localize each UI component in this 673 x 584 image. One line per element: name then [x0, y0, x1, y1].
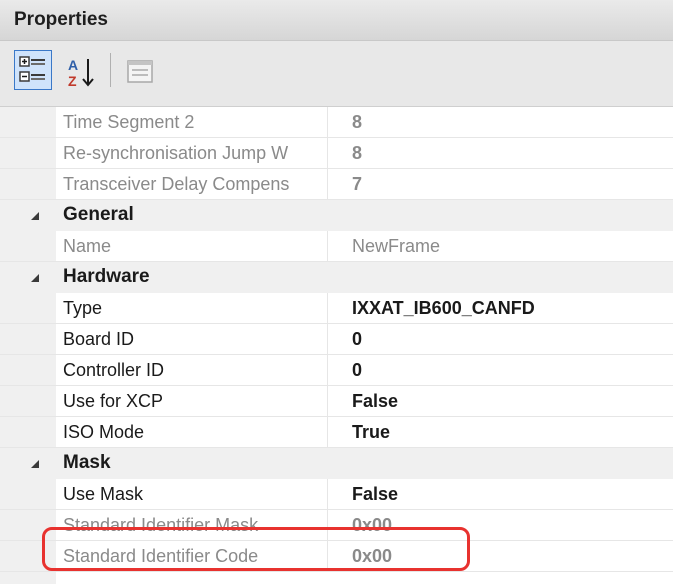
collapse-triangle-icon[interactable] — [30, 273, 40, 283]
category-row[interactable]: Hardware — [0, 262, 673, 293]
property-label: Board ID — [63, 329, 135, 349]
property-value[interactable]: NewFrame — [352, 236, 672, 257]
collapse-triangle-icon[interactable] — [30, 211, 40, 221]
category-row[interactable]: General — [0, 200, 673, 231]
property-row[interactable]: Time Segment 2 8 — [0, 107, 673, 138]
property-label: Name — [63, 236, 112, 256]
property-value[interactable]: 8 — [352, 143, 672, 164]
property-label: Transceiver Delay Compens — [63, 174, 290, 194]
property-row[interactable]: Controller ID 0 — [0, 355, 673, 386]
property-row[interactable]: Re-synchronisation Jump W 8 — [0, 138, 673, 169]
property-value[interactable]: 0 — [352, 360, 672, 381]
svg-text:A: A — [68, 57, 78, 73]
property-pages-icon — [127, 60, 153, 83]
property-label: Re-synchronisation Jump W — [63, 143, 289, 163]
property-row[interactable]: Type IXXAT_IB600_CANFD — [0, 293, 673, 324]
property-row[interactable]: Name NewFrame — [0, 231, 673, 262]
property-row[interactable]: Transceiver Delay Compens 7 — [0, 169, 673, 200]
property-value[interactable]: True — [352, 422, 672, 443]
categorized-button[interactable] — [14, 50, 52, 90]
property-value[interactable]: 7 — [352, 174, 672, 195]
property-label: Standard Identifier Mask — [63, 515, 259, 535]
column-divider[interactable] — [327, 541, 328, 572]
properties-toolbar: A Z — [0, 41, 673, 107]
column-divider[interactable] — [327, 138, 328, 169]
column-divider[interactable] — [327, 169, 328, 200]
sort-alphabetical-button[interactable]: A Z — [62, 50, 100, 94]
category-label: Mask — [63, 452, 111, 473]
property-grid: Time Segment 2 8 Re-synchronisation Jump W… — [0, 107, 673, 584]
property-value[interactable]: 8 — [352, 112, 672, 133]
column-divider[interactable] — [327, 293, 328, 324]
column-divider[interactable] — [327, 355, 328, 386]
property-value[interactable]: False — [352, 484, 672, 505]
column-divider[interactable] — [327, 479, 328, 510]
toolbar-separator — [110, 53, 111, 87]
sort-alphabetical-icon: A Z — [68, 57, 94, 89]
property-row[interactable]: Use Mask False — [0, 479, 673, 510]
panel-title: Properties — [14, 9, 108, 30]
property-value[interactable]: 0 — [352, 329, 672, 350]
property-label: Controller ID — [63, 360, 165, 380]
properties-panel: Properties A Z Time Segment 2 8 Re-synch… — [0, 0, 673, 584]
property-value[interactable]: 0x00 — [352, 546, 672, 567]
property-label: Type — [63, 298, 103, 318]
property-label: Use Mask — [63, 484, 144, 504]
property-row[interactable]: Use for XCP False — [0, 386, 673, 417]
panel-title-bar: Properties — [0, 0, 673, 41]
column-divider[interactable] — [327, 107, 328, 138]
property-label: ISO Mode — [63, 422, 145, 442]
column-divider[interactable] — [327, 510, 328, 541]
column-divider[interactable] — [327, 386, 328, 417]
property-label: Standard Identifier Code — [63, 546, 259, 566]
categorized-view-icon — [19, 56, 45, 82]
column-divider[interactable] — [327, 417, 328, 448]
property-pages-button[interactable] — [122, 50, 158, 94]
property-label: Time Segment 2 — [63, 112, 195, 132]
property-row[interactable]: Standard Identifier Code 0x00 — [0, 541, 673, 572]
property-row[interactable]: Standard Identifier Mask 0x00 — [0, 510, 673, 541]
property-value[interactable]: False — [352, 391, 672, 412]
property-label: Use for XCP — [63, 391, 164, 411]
column-divider[interactable] — [327, 324, 328, 355]
category-row[interactable]: Mask — [0, 448, 673, 479]
svg-text:Z: Z — [68, 73, 77, 89]
property-value[interactable]: IXXAT_IB600_CANFD — [352, 298, 672, 319]
category-label: Hardware — [63, 266, 150, 287]
category-label: General — [63, 204, 134, 225]
property-value[interactable]: 0x00 — [352, 515, 672, 536]
property-row[interactable]: Board ID 0 — [0, 324, 673, 355]
property-row[interactable]: ISO Mode True — [0, 417, 673, 448]
column-divider[interactable] — [327, 231, 328, 262]
collapse-triangle-icon[interactable] — [30, 459, 40, 469]
